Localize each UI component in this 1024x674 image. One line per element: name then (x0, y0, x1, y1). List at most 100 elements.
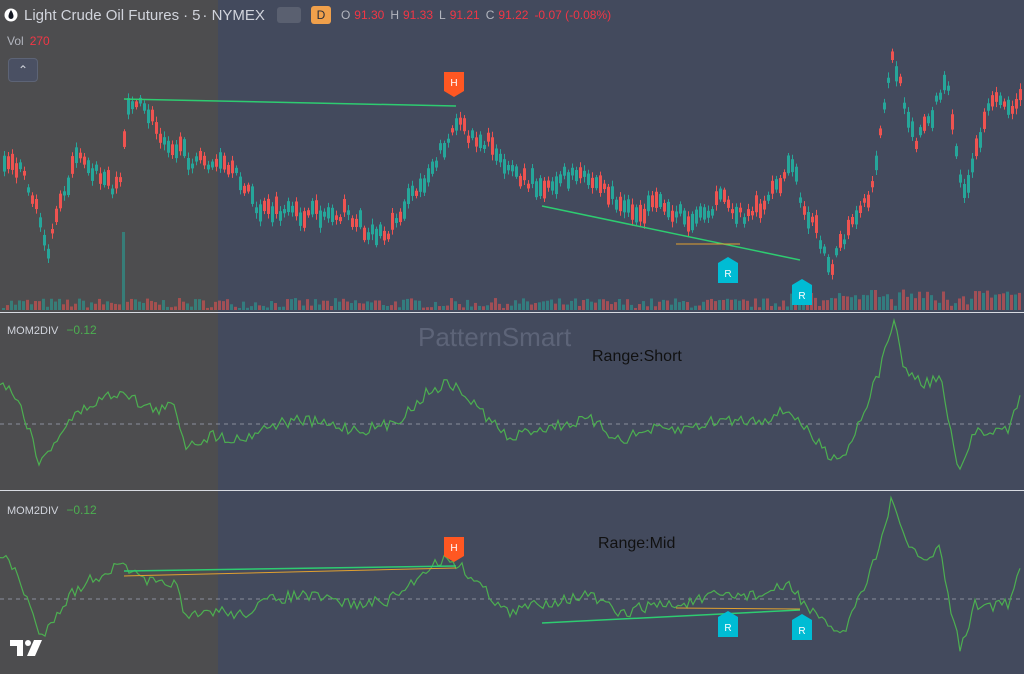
candle-body (199, 151, 202, 161)
volume-bar (186, 303, 189, 310)
volume-bar (338, 301, 341, 310)
candle-body (743, 217, 746, 224)
candle-body (179, 136, 182, 152)
candle-body (567, 172, 570, 189)
candle-body (607, 186, 610, 205)
volume-bar (874, 290, 877, 310)
volume-bar (62, 304, 65, 310)
reversal-marker[interactable]: R (792, 279, 812, 305)
change-value: -0.07 (-0.08%) (534, 8, 612, 22)
volume-bar (926, 291, 929, 310)
candle-body (463, 118, 466, 132)
volume-bar (546, 300, 549, 310)
header-pill[interactable] (276, 7, 301, 23)
volume-bar (734, 299, 737, 310)
candle-body (303, 211, 306, 228)
volume-bar (310, 305, 313, 310)
volume-bar (670, 304, 673, 310)
candle-body (187, 158, 190, 170)
tradingview-logo[interactable] (8, 636, 46, 658)
volume-bar (94, 303, 97, 310)
candle-body (711, 209, 714, 216)
candle-body (411, 185, 414, 196)
volume-bar (462, 307, 465, 310)
candle-body (83, 156, 86, 165)
candle-body (919, 127, 922, 136)
candle-body (191, 163, 194, 169)
candle-body (571, 167, 574, 176)
trendline (123, 565, 457, 572)
marker-label: R (798, 291, 805, 302)
chart-stage[interactable]: H R R H R R Light Crude Oil Futures · 5 · NYM… (0, 0, 1024, 674)
candle-body (427, 168, 430, 183)
candle-body (555, 176, 558, 195)
candle-body (539, 178, 542, 197)
volume-bar (282, 306, 285, 310)
volume-bar (526, 301, 529, 310)
ohlc-open-value: 91.30 (354, 8, 385, 22)
volume-bar (246, 307, 249, 310)
trendline (541, 609, 801, 624)
watermark: PatternSmart (418, 322, 572, 352)
candle-body (387, 233, 390, 240)
candle-body (807, 211, 810, 229)
volume-bar (946, 299, 949, 310)
volume-bar (942, 291, 945, 310)
volume-bar (818, 305, 821, 310)
volume-bar (446, 305, 449, 310)
pane-separator[interactable] (0, 312, 1024, 313)
candle-body (635, 207, 638, 223)
volume-bar (550, 299, 553, 310)
volume-bar (350, 303, 353, 310)
trendline (123, 98, 457, 107)
candle-body (99, 173, 102, 184)
volume-bar (10, 300, 13, 310)
volume-bar (294, 298, 297, 310)
volume-bar (138, 301, 141, 310)
candle-body (439, 143, 442, 151)
candle-body (615, 199, 618, 210)
volume-bar (766, 298, 769, 310)
volume-bar (502, 307, 505, 310)
symbol-title[interactable]: Light Crude Oil Futures (24, 7, 179, 24)
d-badge[interactable]: D (310, 6, 331, 24)
interval-label[interactable]: 5 (192, 7, 200, 24)
candle-body (311, 200, 314, 215)
volume-bar (858, 299, 861, 310)
volume-bar (106, 301, 109, 310)
volume-bar (610, 304, 613, 310)
volume-bar (666, 300, 669, 310)
candle-body (251, 186, 254, 204)
candle-body (667, 201, 670, 218)
indicator2-legend[interactable]: MOM2DIV −0.12 (7, 503, 97, 517)
volume-legend: Vol 270 (7, 34, 50, 48)
volume-bar (358, 303, 361, 310)
pane-separator[interactable] (0, 490, 1024, 491)
candle-body (519, 175, 522, 187)
indicator1-legend[interactable]: MOM2DIV −0.12 (7, 323, 97, 337)
candle-body (819, 240, 822, 249)
volume-bar (650, 298, 653, 310)
candle-body (799, 197, 802, 203)
marker-label: H (450, 543, 457, 554)
candle-body (3, 155, 6, 172)
volume-bar (198, 299, 201, 310)
volume-bar (410, 298, 413, 310)
collapse-button[interactable]: ⌃ (8, 58, 38, 82)
volume-bar (238, 307, 241, 310)
volume-bar (302, 305, 305, 310)
high-marker[interactable]: H (444, 72, 464, 97)
reversal-marker[interactable]: R (792, 614, 812, 640)
volume-bar (234, 306, 237, 310)
candle-body (959, 174, 962, 183)
volume-bar (290, 299, 293, 310)
candle-body (267, 198, 270, 214)
volume-bar (442, 305, 445, 310)
reversal-marker[interactable]: R (718, 257, 738, 283)
candle-body (499, 153, 502, 163)
reversal-marker[interactable]: R (718, 611, 738, 637)
candle-body (127, 98, 130, 115)
volume-bar (422, 307, 425, 310)
symbol-header: Light Crude Oil Futures · 5 · NYMEX D O9… (4, 4, 617, 26)
candle-body (95, 164, 98, 171)
